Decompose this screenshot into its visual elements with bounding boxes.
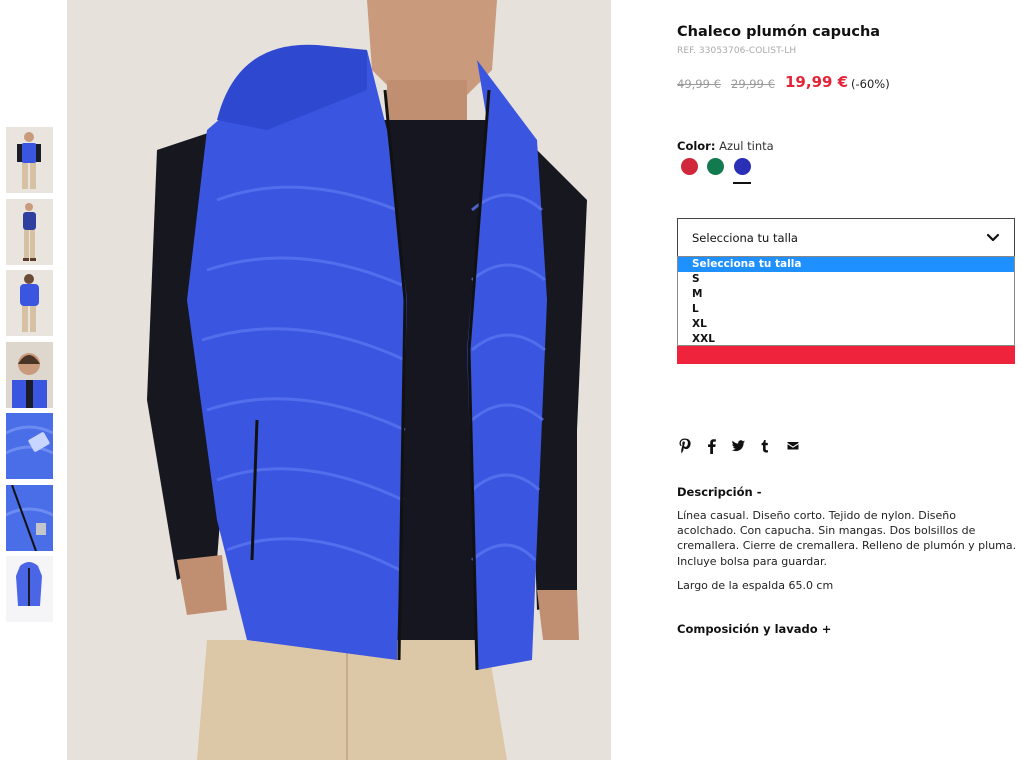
product-main-image: [67, 0, 611, 760]
twitter-icon[interactable]: [730, 437, 746, 455]
pinterest-icon[interactable]: [677, 437, 693, 455]
add-to-cart-button[interactable]: [677, 346, 1015, 364]
thumbnail-5[interactable]: [6, 413, 53, 479]
size-option-xxl[interactable]: XXL: [678, 332, 1014, 347]
description-length: Largo de la espalda 65.0 cm: [677, 579, 834, 592]
product-ref: REF. 33053706-COLIST-LH: [677, 46, 797, 56]
size-option-placeholder[interactable]: Selecciona tu talla: [678, 257, 1014, 272]
discount-badge: (-60%): [851, 77, 890, 91]
price-original: 49,99 €: [677, 77, 721, 91]
color-swatch-blue[interactable]: [734, 158, 751, 175]
thumbnail-4[interactable]: [6, 342, 53, 408]
thumbnail-3[interactable]: [6, 270, 53, 336]
size-option-l[interactable]: L: [678, 302, 1014, 317]
chevron-down-icon: [986, 233, 1000, 242]
thumbnail-7[interactable]: [6, 556, 53, 622]
product-title: Chaleco plumón capucha: [677, 24, 881, 40]
color-swatch-red[interactable]: [681, 158, 698, 175]
description-title[interactable]: Descripción -: [677, 485, 761, 499]
facebook-icon[interactable]: [704, 437, 720, 455]
size-select-value: Selecciona tu talla: [692, 231, 798, 245]
color-selection: Color: Azul tinta: [677, 139, 774, 153]
color-swatch-green[interactable]: [707, 158, 724, 175]
composition-toggle[interactable]: Composición y lavado +: [677, 622, 831, 636]
swatch-selected-indicator: [733, 182, 751, 184]
tumblr-icon[interactable]: [757, 437, 773, 455]
thumbnail-6[interactable]: [6, 485, 53, 551]
size-select[interactable]: Selecciona tu talla: [677, 218, 1015, 257]
size-option-xl[interactable]: XL: [678, 317, 1014, 332]
size-dropdown-list: Selecciona tu talla S M L XL XXL: [677, 256, 1015, 346]
email-icon[interactable]: [785, 437, 801, 455]
thumbnail-1[interactable]: [6, 127, 53, 193]
color-selected-value: Azul tinta: [719, 139, 774, 153]
description-text: Línea casual. Diseño corto. Tejido de ny…: [677, 509, 1017, 568]
size-option-m[interactable]: M: [678, 287, 1014, 302]
price-current: 19,99 €: [785, 73, 849, 91]
color-label: Color:: [677, 139, 716, 153]
size-option-s[interactable]: S: [678, 272, 1014, 287]
thumbnail-2[interactable]: [6, 199, 53, 265]
price-previous: 29,99 €: [731, 77, 775, 91]
